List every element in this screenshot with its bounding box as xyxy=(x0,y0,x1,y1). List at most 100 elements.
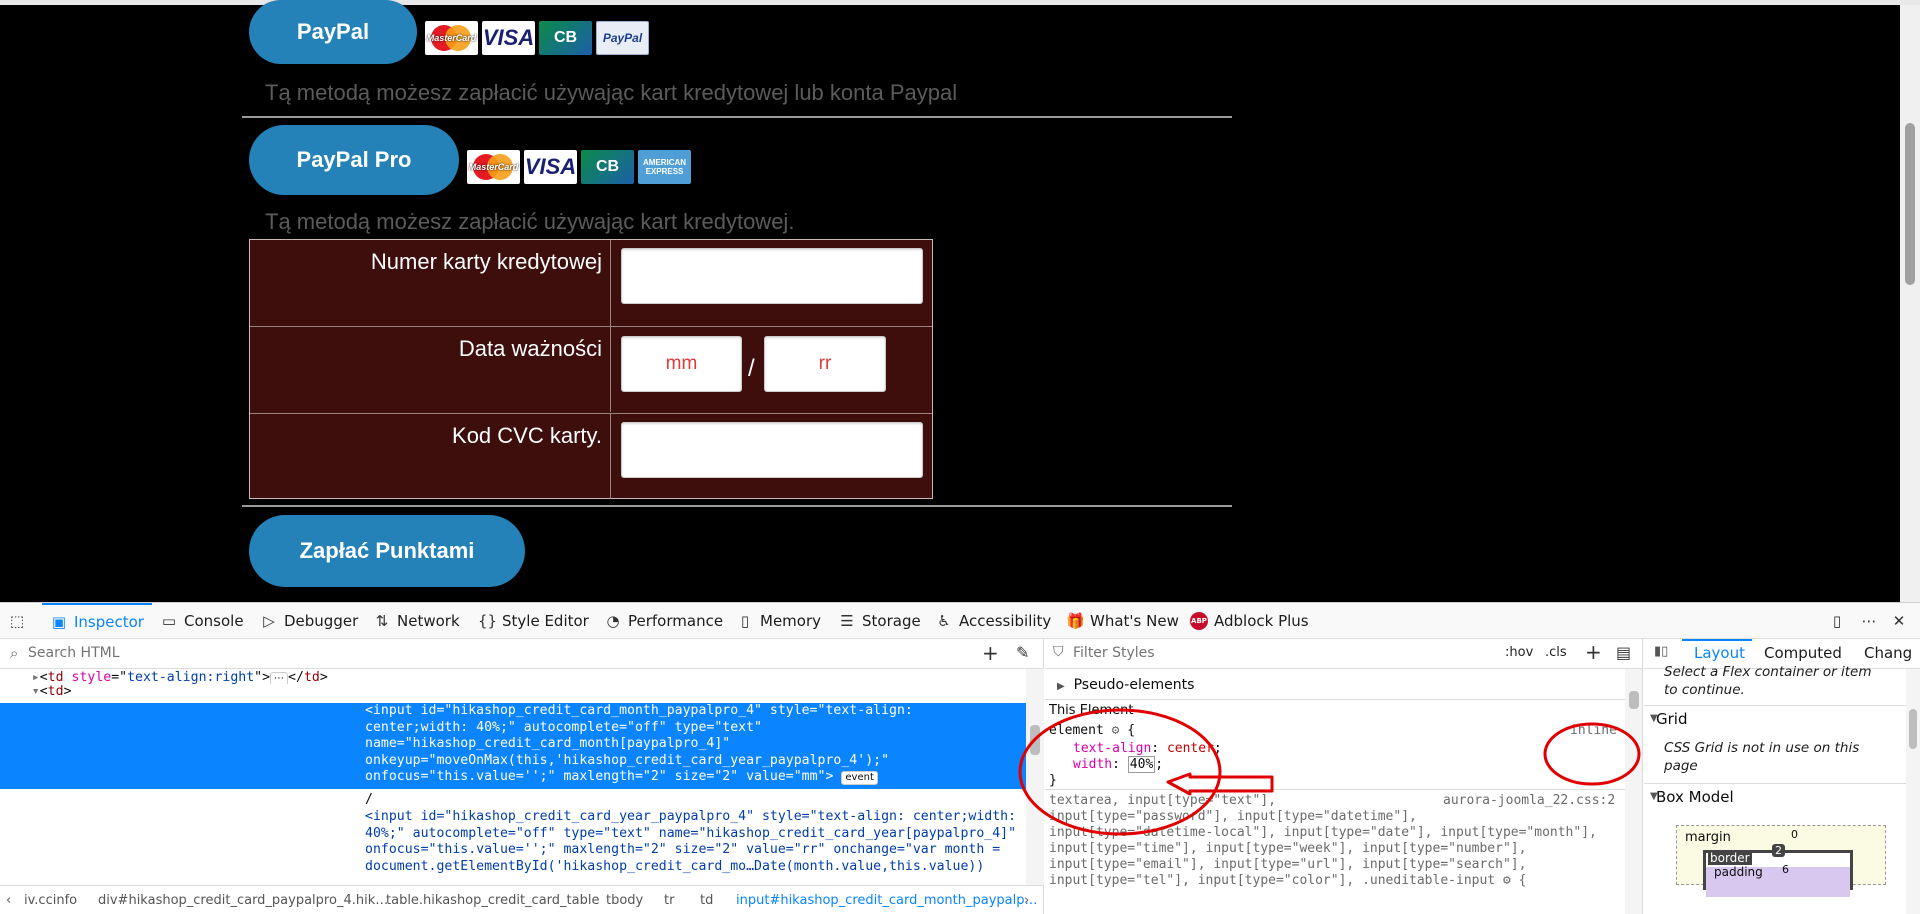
tab-performance[interactable]: ◔ Performance xyxy=(604,603,723,639)
paypal-description: Tą metodą możesz zapłacić używając kart … xyxy=(265,80,958,105)
rules-scrollbar[interactable] xyxy=(1625,669,1642,914)
breadcrumb-item[interactable]: td xyxy=(700,893,713,908)
markup-line[interactable]: / xyxy=(0,792,1026,809)
markup-text: onfocus="this.value='';" maxlength="2" s… xyxy=(365,769,834,784)
card-number-input[interactable] xyxy=(621,248,923,304)
selector-line: input[type="password"], input[type="date… xyxy=(1049,809,1417,824)
rule-declaration[interactable]: width: 40%; xyxy=(1073,756,1163,773)
filter-styles-input[interactable]: Filter Styles xyxy=(1073,645,1155,661)
breadcrumb-scroll-right[interactable]: › xyxy=(1024,893,1029,908)
tab-label: Style Editor xyxy=(502,612,589,630)
layout-panel: ▮▯ Layout Computed Chang Select a Flex c… xyxy=(1644,639,1920,914)
accessibility-icon: ♿ xyxy=(937,612,951,630)
tab-changes[interactable]: Chang xyxy=(1864,644,1912,662)
border-value[interactable]: 2 xyxy=(1772,844,1785,857)
margin-value[interactable]: 0 xyxy=(1791,828,1798,841)
tab-storage[interactable]: ☰ Storage xyxy=(838,603,920,639)
tab-network[interactable]: ⇅ Network xyxy=(373,603,460,639)
margin-label: margin xyxy=(1685,830,1731,845)
box-model-section-header[interactable]: ▼ Box Model xyxy=(1644,783,1906,811)
tab-label: Debugger xyxy=(284,612,359,630)
print-media-icon[interactable]: ▤ xyxy=(1616,643,1631,662)
tab-computed[interactable]: Computed xyxy=(1764,644,1842,662)
layout-scrollbar-thumb[interactable] xyxy=(1909,709,1917,749)
toggle-classes-button[interactable]: .cls xyxy=(1545,645,1567,660)
breadcrumb-item[interactable]: tr xyxy=(664,893,674,908)
tab-memory[interactable]: ▯ Memory xyxy=(736,603,821,639)
paypal-pro-button[interactable]: PayPal Pro xyxy=(249,125,459,195)
gear-icon[interactable]: ⚙ xyxy=(1112,723,1120,738)
divider xyxy=(242,505,1232,507)
tab-accessibility[interactable]: ♿ Accessibility xyxy=(935,603,1051,639)
gear-icon[interactable]: ⚙ xyxy=(1503,873,1511,888)
textarea-rule-selector: textarea, input[type="text"], xyxy=(1049,793,1276,808)
tab-layout[interactable]: Layout xyxy=(1694,644,1745,662)
grid-section-header[interactable]: ▼ Grid xyxy=(1644,705,1906,733)
selector-line: input[type="tel"], input[type="color"], … xyxy=(1049,873,1527,888)
breadcrumb-item[interactable]: tbody xyxy=(606,893,643,908)
month-input[interactable]: mm xyxy=(621,336,742,392)
markup-text: <input id="hikashop_credit_card_year_pay… xyxy=(365,809,1017,824)
sidebar-toggle-icon[interactable]: ▮▯ xyxy=(1654,644,1668,659)
search-html-input[interactable]: Search HTML xyxy=(28,645,120,661)
cvc-label: Kod CVC karty. xyxy=(452,423,602,448)
markup-line[interactable]: ▸<td style="text-align:right"> ⋯ </td> xyxy=(0,670,1026,684)
dock-button[interactable]: ▯ xyxy=(1828,603,1852,639)
screen: PayPal MasterCard VISA CB PayPal Tą meto… xyxy=(0,0,1920,914)
devtools-toolbar: ⬚ ▣ Inspector ▭ Console ▷ Debugger ⇅ Network… xyxy=(0,603,1920,639)
add-node-button[interactable]: + xyxy=(982,641,999,665)
toggle-pseudo-classes-button[interactable]: :hov xyxy=(1505,645,1533,660)
selected-node[interactable]: <input id="hikashop_credit_card_month_pa… xyxy=(0,703,1026,789)
dock-icon: ▯ xyxy=(1832,612,1842,630)
paypal-button[interactable]: PayPal xyxy=(249,0,417,64)
tab-style-editor[interactable]: {} Style Editor xyxy=(478,603,589,639)
tab-label: Adblock Plus xyxy=(1214,612,1309,630)
markup-scrollbar[interactable] xyxy=(1026,669,1044,885)
paypal-pro-description: Tą metodą możesz zapłacić używając kart … xyxy=(265,209,795,234)
year-input-node[interactable]: <input id="hikashop_credit_card_year_pay… xyxy=(0,809,1026,881)
markup-scrollbar-thumb[interactable] xyxy=(1030,725,1040,755)
layout-scrollbar[interactable] xyxy=(1906,669,1920,914)
eyedropper-icon[interactable]: ✎ xyxy=(1016,643,1029,662)
padding-value[interactable]: 6 xyxy=(1782,863,1789,876)
more-options-button[interactable]: ⋯ xyxy=(1860,603,1884,639)
border-label: border xyxy=(1708,851,1752,865)
pseudo-elements-toggle[interactable]: ▶ Pseudo-elements xyxy=(1057,677,1194,693)
paypal-pro-card-logos: MasterCard VISA CB AMERICAN EXPRESS xyxy=(467,150,691,184)
console-icon: ▭ xyxy=(161,612,177,630)
tab-debugger[interactable]: ▷ Debugger xyxy=(260,603,358,639)
webpage-viewport: PayPal MasterCard VISA CB PayPal Tą meto… xyxy=(0,0,1920,602)
cvc-label-cell: Kod CVC karty. xyxy=(250,414,611,499)
breadcrumb-item[interactable]: div#hikashop_credit_card_paypalpro_4.hik… xyxy=(98,893,388,908)
pay-with-points-button[interactable]: Zapłać Punktami xyxy=(249,515,525,587)
element-picker-button[interactable]: ⬚ xyxy=(8,603,32,639)
markup-line[interactable]: ▾<td> xyxy=(0,684,1026,701)
tab-console[interactable]: ▭ Console xyxy=(160,603,244,639)
breadcrumb-item-current[interactable]: input#hikashop_credit_card_month_paypalp… xyxy=(736,893,1038,908)
this-element-header: This Element xyxy=(1049,703,1134,718)
width-value-editor[interactable]: 40% xyxy=(1127,756,1156,773)
breadcrumb-item[interactable]: table.hikashop_credit_card_table xyxy=(386,893,599,908)
tab-label: Console xyxy=(184,612,244,630)
memory-icon: ▯ xyxy=(740,612,750,630)
tab-whats-new[interactable]: 🎁 What's New xyxy=(1066,603,1179,639)
page-scrollbar[interactable] xyxy=(1900,5,1920,602)
year-input[interactable]: rr xyxy=(764,336,886,392)
event-badge[interactable]: event xyxy=(841,771,878,785)
tab-adblock-plus[interactable]: ABP Adblock Plus xyxy=(1190,603,1309,639)
breadcrumb-scroll-left[interactable]: ‹ xyxy=(6,893,11,908)
rule-declaration[interactable]: text-align: center; xyxy=(1073,741,1222,756)
tab-inspector[interactable]: ▣ Inspector xyxy=(42,603,152,639)
page-scrollbar-thumb[interactable] xyxy=(1905,123,1915,285)
breadcrumb-item[interactable]: iv.ccinfo xyxy=(24,893,77,908)
stylesheet-link[interactable]: aurora-joomla_22.css:2 xyxy=(1443,793,1615,808)
markup-panel: ⌕ Search HTML + ✎ ▸<td style="text-align… xyxy=(0,639,1044,914)
card-number-row: Numer karty kredytowej xyxy=(250,240,932,326)
rule-close-brace: } xyxy=(1049,773,1057,788)
markup-text: document.getElementById('hikashop_credit… xyxy=(365,858,985,874)
rules-scrollbar-thumb[interactable] xyxy=(1629,691,1639,709)
add-rule-button[interactable]: + xyxy=(1585,640,1602,664)
close-devtools-button[interactable]: ✕ xyxy=(1890,603,1914,639)
cvc-input[interactable] xyxy=(621,422,923,478)
inline-source-label: inline xyxy=(1570,723,1617,738)
